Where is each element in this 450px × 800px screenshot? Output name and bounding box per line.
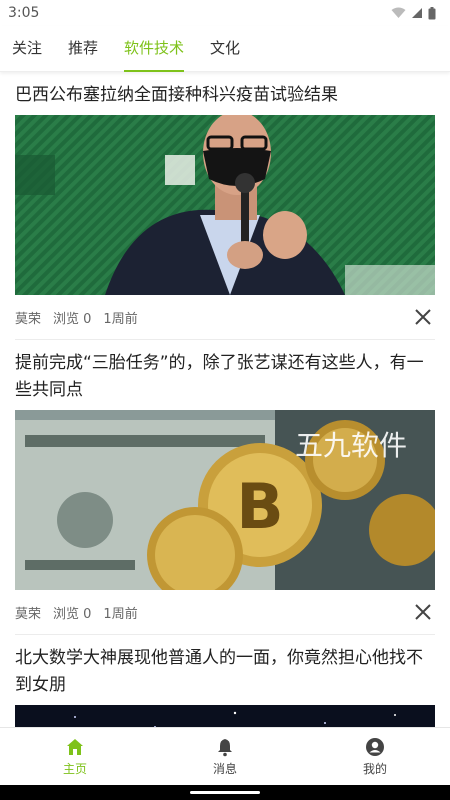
article-views: 浏览 0 xyxy=(53,311,92,327)
article-card[interactable]: 北大数学大神展现他普通人的一面，你竟然担心他找不到女朋 xyxy=(15,635,435,727)
tab-follow[interactable]: 关注 xyxy=(12,26,42,72)
nav-home-label: 主页 xyxy=(62,761,87,776)
bottom-nav: 主页 消息 我的 xyxy=(0,727,450,785)
system-gesture-bar xyxy=(0,785,450,800)
article-thumbnail[interactable]: B 五九软件 xyxy=(15,410,435,590)
tab-culture[interactable]: 文化 xyxy=(210,26,240,72)
close-icon[interactable] xyxy=(413,307,433,327)
bell-icon xyxy=(218,738,232,756)
signal-icon xyxy=(412,8,422,18)
nav-profile[interactable]: 我的 xyxy=(300,728,450,785)
battery-icon xyxy=(428,6,436,19)
nav-home[interactable]: 主页 xyxy=(0,728,150,785)
article-card[interactable]: 提前完成“三胎任务”的，除了张艺谋还有这些人，有一些共同点 B 五九软件 莫荣 … xyxy=(15,340,435,635)
article-feed[interactable]: 巴西公布塞拉纳全面接种科兴疫苗试验结果 莫荣 浏览 0 1周前 提前完成“三胎任… xyxy=(15,72,435,727)
man-in-mask-photo xyxy=(15,115,435,295)
article-title[interactable]: 巴西公布塞拉纳全面接种科兴疫苗试验结果 xyxy=(15,72,435,115)
article-author: 莫荣 xyxy=(15,311,42,327)
article-card[interactable]: 巴西公布塞拉纳全面接种科兴疫苗试验结果 莫荣 浏览 0 1周前 xyxy=(15,72,435,340)
profile-icon xyxy=(366,737,384,756)
article-meta: 莫荣 浏览 0 1周前 xyxy=(15,295,435,339)
article-thumbnail[interactable] xyxy=(15,705,435,727)
article-meta: 莫荣 浏览 0 1周前 xyxy=(15,590,435,634)
article-views: 浏览 0 xyxy=(53,606,92,622)
article-title[interactable]: 提前完成“三胎任务”的，除了张艺谋还有这些人，有一些共同点 xyxy=(15,340,435,410)
nav-messages[interactable]: 消息 xyxy=(150,728,300,785)
night-sky-photo xyxy=(15,705,435,727)
home-gesture-handle[interactable] xyxy=(190,791,260,794)
close-icon[interactable] xyxy=(413,602,433,622)
tab-software-tech[interactable]: 软件技术 xyxy=(124,26,185,72)
article-time: 1周前 xyxy=(103,311,138,327)
nav-messages-label: 消息 xyxy=(212,761,237,776)
wifi-icon xyxy=(391,7,406,18)
category-tabs: 关注 推荐 软件技术 文化 xyxy=(0,26,450,72)
article-title[interactable]: 北大数学大神展现他普通人的一面，你竟然担心他找不到女朋 xyxy=(15,635,435,705)
watermark-text: 五九软件 xyxy=(295,429,407,462)
article-thumbnail[interactable] xyxy=(15,115,435,295)
article-author: 莫荣 xyxy=(15,606,42,622)
bitcoin-photo: B 五九软件 xyxy=(15,410,435,590)
svg-text:B: B xyxy=(236,470,283,543)
status-bar: 3:05 xyxy=(0,0,450,26)
nav-profile-label: 我的 xyxy=(362,761,387,776)
status-icons xyxy=(391,6,436,20)
article-time: 1周前 xyxy=(103,606,138,622)
status-time: 3:05 xyxy=(8,5,40,21)
tab-recommended[interactable]: 推荐 xyxy=(68,26,98,72)
home-icon xyxy=(67,738,83,755)
